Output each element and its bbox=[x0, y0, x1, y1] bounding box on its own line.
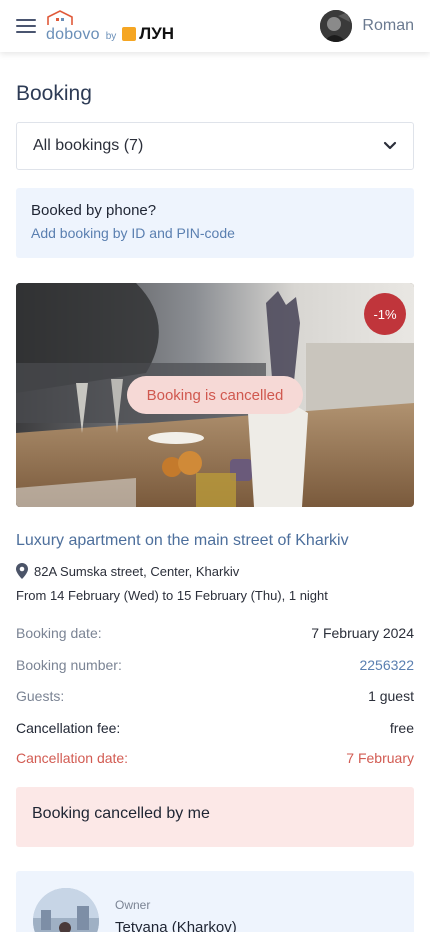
address-text: 82A Sumska street, Center, Kharkiv bbox=[34, 563, 240, 579]
booking-number-label: Booking number: bbox=[16, 657, 122, 673]
top-header: dobovo by ЛУН Roman bbox=[0, 0, 430, 52]
avatar[interactable] bbox=[320, 10, 353, 42]
owner-card[interactable]: Owner Tetyana (Kharkov) bbox=[16, 871, 414, 932]
booking-date-value: 7 February 2024 bbox=[311, 625, 414, 641]
user-name[interactable]: Roman bbox=[362, 17, 414, 35]
user-menu[interactable]: Roman bbox=[320, 10, 414, 42]
guests-value: 1 guest bbox=[368, 688, 414, 704]
booking-date-row: Booking date: 7 February 2024 bbox=[16, 625, 414, 641]
logo-by-text: by bbox=[105, 31, 117, 42]
cancellation-date-value: 7 February bbox=[346, 750, 414, 766]
chevron-down-icon bbox=[383, 141, 397, 150]
cancellation-date-label: Cancellation date: bbox=[16, 750, 129, 766]
stay-dates: From 14 February (Wed) to 15 February (T… bbox=[16, 588, 328, 603]
owner-avatar bbox=[33, 888, 99, 932]
booking-date-label: Booking date: bbox=[16, 625, 102, 641]
owner-name: Tetyana (Kharkov) bbox=[115, 919, 237, 932]
logo-text: dobovo bbox=[46, 26, 100, 43]
dobovo-logo[interactable]: dobovo by ЛУН bbox=[46, 8, 174, 44]
booking-status-badge: Booking is cancelled bbox=[127, 376, 303, 414]
apartment-title-link[interactable]: Luxury apartment on the main street of K… bbox=[16, 532, 349, 550]
apartment-address: 82A Sumska street, Center, Kharkiv bbox=[16, 563, 239, 579]
discount-badge: -1% bbox=[364, 293, 406, 335]
filter-selected-value: All bookings (7) bbox=[33, 137, 144, 154]
owner-role-label: Owner bbox=[115, 898, 151, 912]
phone-booking-box: Booked by phone? Add booking by ID and P… bbox=[16, 188, 414, 258]
house-logo-icon bbox=[47, 10, 73, 25]
add-booking-by-id-link[interactable]: Add booking by ID and PIN-code bbox=[31, 225, 399, 241]
cancelled-by-notice: Booking cancelled by me bbox=[16, 787, 414, 847]
cancellation-fee-value: free bbox=[389, 720, 414, 736]
guests-label: Guests: bbox=[16, 688, 65, 704]
booking-number-row: Booking number: 2256322 bbox=[16, 657, 414, 673]
guests-row: Guests: 1 guest bbox=[16, 688, 414, 704]
lun-square-icon bbox=[122, 27, 137, 41]
lun-logo-text: ЛУН bbox=[139, 24, 175, 43]
cancellation-fee-label: Cancellation fee: bbox=[16, 720, 121, 736]
cancellation-fee-row: Cancellation fee: free bbox=[16, 720, 414, 736]
booking-number-value[interactable]: 2256322 bbox=[359, 657, 414, 673]
phone-booking-question: Booked by phone? bbox=[31, 202, 157, 219]
hamburger-menu-icon[interactable] bbox=[16, 19, 36, 33]
page-title: Booking bbox=[16, 82, 92, 105]
cancellation-date-row: Cancellation date: 7 February bbox=[16, 750, 414, 766]
map-pin-icon bbox=[16, 563, 28, 579]
lun-logo: ЛУН bbox=[122, 24, 174, 44]
apartment-photo[interactable]: -1% Booking is cancelled bbox=[16, 283, 414, 507]
bookings-filter-select[interactable]: All bookings (7) bbox=[16, 122, 414, 170]
